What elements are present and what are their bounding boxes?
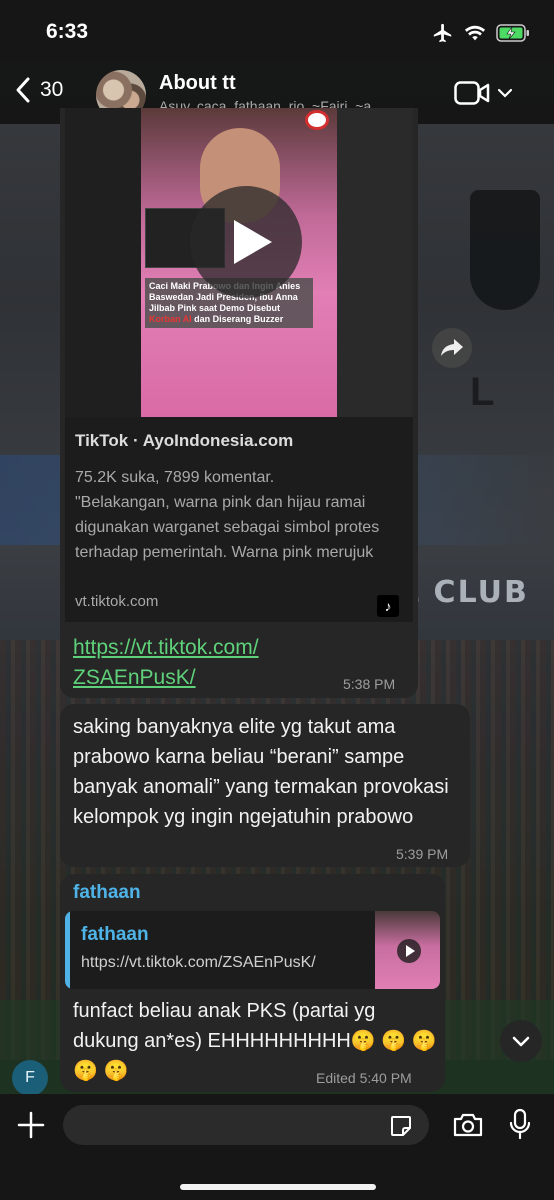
battery-charging-icon (496, 24, 529, 42)
play-icon (397, 939, 421, 963)
link-preview-card[interactable]: TikTok · AyoIndonesia.com 75.2K suka, 78… (65, 417, 413, 622)
back-button[interactable]: 30 (14, 76, 63, 104)
status-time: 6:33 (46, 20, 89, 43)
camera-icon (453, 1113, 483, 1137)
message-bubble-link[interactable]: Caci Maki Prabowo dan Ingin Anies Baswed… (60, 108, 418, 698)
chevron-left-icon (16, 77, 30, 103)
sticker-icon (391, 1116, 411, 1136)
video-camera-icon (454, 81, 490, 105)
sticker-button[interactable] (389, 1114, 413, 1143)
quoted-message[interactable]: fathaan https://vt.tiktok.com/ZSAEnPusK/ (65, 911, 440, 989)
wallpaper-crest (470, 190, 540, 310)
link-domain: vt.tiktok.com (75, 593, 159, 610)
news-logo (305, 110, 329, 130)
link-description-text: "Belakangan, warna pink dan hijau ramai … (75, 494, 380, 561)
quoted-text: https://vt.tiktok.com/ZSAEnPusK/ (81, 954, 316, 971)
chevron-down-icon (498, 88, 512, 98)
message-time: 5:38 PM (343, 676, 396, 692)
link-meta: 75.2K suka, 7899 komentar. (75, 469, 275, 486)
status-icons (432, 22, 530, 44)
wallpaper-club-sign: L CLUB (400, 575, 529, 610)
sender-avatar[interactable]: F (12, 1060, 48, 1096)
status-bar: 6:33 (0, 0, 554, 62)
microphone-icon (509, 1108, 531, 1140)
input-bar (0, 1094, 554, 1200)
quote-bar (65, 911, 70, 989)
message-text: saking banyaknya elite yg takut ama prab… (73, 716, 449, 828)
wallpaper-letters: L (470, 370, 495, 414)
group-title[interactable]: About tt (159, 72, 236, 95)
sender-name[interactable]: fathaan (73, 882, 141, 904)
link-description: 75.2K suka, 7899 komentar. "Belakangan, … (75, 465, 405, 565)
forward-button[interactable] (432, 328, 472, 368)
attach-button[interactable] (16, 1110, 46, 1145)
wifi-icon (464, 25, 486, 41)
plus-icon (17, 1111, 45, 1139)
message-bubble-text[interactable]: saking banyaknya elite yg takut ama prab… (60, 704, 470, 867)
airplane-icon (433, 23, 452, 43)
microphone-button[interactable] (509, 1108, 531, 1145)
message-input[interactable] (63, 1105, 429, 1145)
message-time: Edited 5:40 PM (316, 1070, 412, 1086)
link-site-name: TikTok · AyoIndonesia.com (75, 431, 294, 450)
scroll-down-button[interactable] (500, 1020, 542, 1062)
message-link[interactable]: https://vt.tiktok.com/ZSAEnPusK/ (73, 633, 313, 693)
quoted-thumbnail (375, 911, 440, 989)
camera-button[interactable] (452, 1112, 484, 1143)
video-thumbnail[interactable]: Caci Maki Prabowo dan Ingin Anies Baswed… (65, 108, 413, 417)
chevron-down-icon (512, 1036, 530, 1047)
home-indicator (180, 1184, 376, 1190)
unread-count: 30 (40, 78, 64, 101)
forward-arrow-icon (441, 339, 463, 356)
message-bubble-reply[interactable]: fathaan fathaan https://vt.tiktok.com/ZS… (60, 874, 445, 1092)
play-button[interactable] (190, 186, 302, 298)
quoted-sender: fathaan (81, 924, 149, 945)
tiktok-icon: ♪ (377, 595, 399, 617)
video-call-button[interactable] (454, 80, 512, 106)
message-time: 5:39 PM (396, 846, 449, 862)
